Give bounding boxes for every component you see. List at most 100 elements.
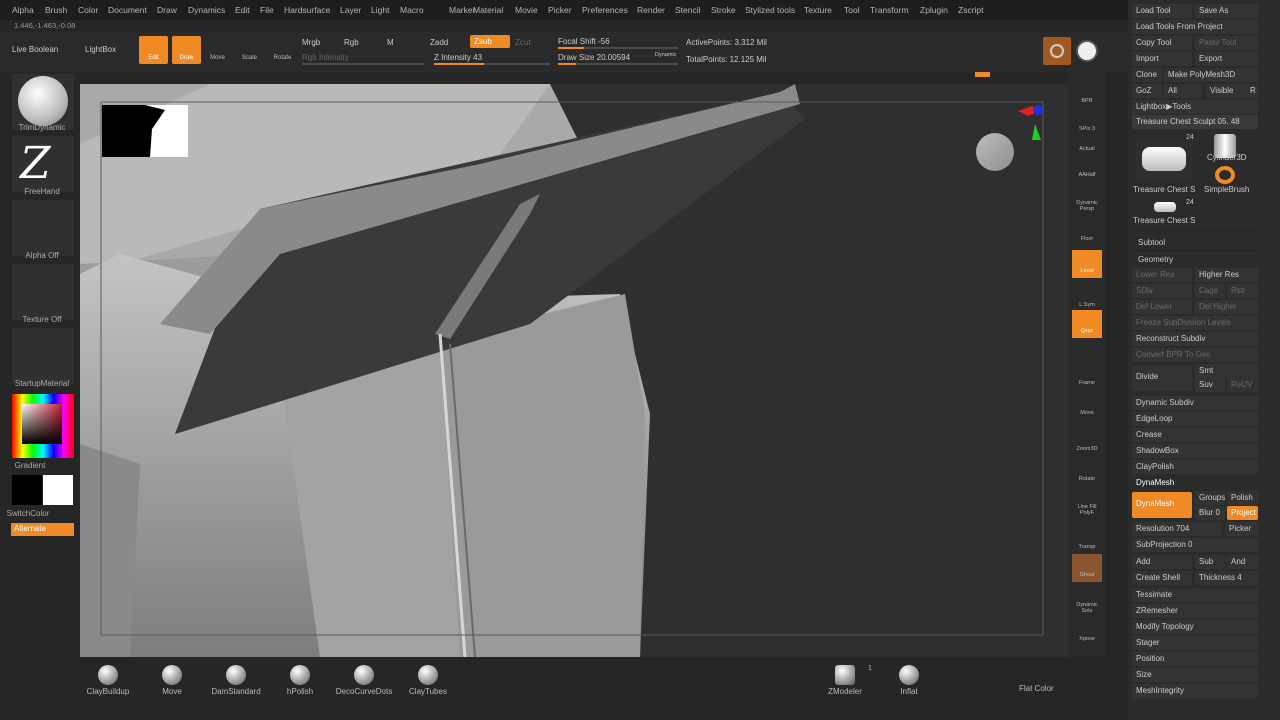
zsub-button[interactable]: Zsub	[470, 35, 510, 48]
menu-edit[interactable]: Edit	[235, 5, 250, 15]
zcut-button[interactable]: Zcut	[515, 38, 531, 47]
menu-preferences[interactable]: Preferences	[582, 5, 628, 15]
menu-alpha[interactable]: Alpha	[12, 5, 34, 15]
lightbox-tools-button[interactable]: Lightbox▶Tools	[1132, 100, 1258, 114]
menu-draw[interactable]: Draw	[157, 5, 177, 15]
thickness-slider[interactable]: Thickness 4	[1195, 571, 1258, 585]
brush-thumbnail[interactable]	[12, 74, 74, 130]
shelf-line-fill-polyf[interactable]: Line Fill PolyF	[1072, 486, 1102, 516]
model-render[interactable]	[80, 84, 1068, 657]
alpha-thumbnail[interactable]	[12, 200, 74, 256]
position-section[interactable]: Position	[1132, 652, 1258, 666]
main-color-swatch[interactable]	[43, 475, 73, 505]
inflat-brush[interactable]: Inflat	[879, 665, 939, 696]
menu-layer[interactable]: Layer	[340, 5, 361, 15]
menu-transform[interactable]: Transform	[870, 5, 908, 15]
menu-stroke[interactable]: Stroke	[711, 5, 736, 15]
focal-shift-track[interactable]	[558, 47, 678, 49]
shelf-dynamic-persp[interactable]: Dynamic Persp	[1072, 182, 1102, 212]
save-as-button[interactable]: Save As	[1195, 4, 1258, 18]
export-button[interactable]: Export	[1195, 52, 1258, 66]
z-intensity-track[interactable]	[434, 63, 550, 65]
shelf-rotate[interactable]: Rotate	[1072, 458, 1102, 486]
smt-toggle[interactable]: Smt	[1195, 364, 1258, 378]
shelf-qxyz[interactable]: Qxyz	[1072, 310, 1102, 338]
menu-file[interactable]: File	[260, 5, 274, 15]
m-button[interactable]: M	[387, 38, 394, 47]
brush-claytubes[interactable]: ClayTubes	[398, 665, 458, 696]
size-section[interactable]: Size	[1132, 668, 1258, 682]
shelf-l-sym[interactable]: L.Sym	[1072, 284, 1102, 312]
shelf-move[interactable]: Move	[1072, 392, 1102, 420]
z-intensity-slider[interactable]: Z Intensity 43	[434, 53, 482, 62]
stager-section[interactable]: Stager	[1132, 636, 1258, 650]
del-higher-button[interactable]: Del Higher	[1195, 300, 1258, 314]
draw-size-track[interactable]	[558, 63, 678, 65]
brush-claybuildup[interactable]: ClayBuildup	[78, 665, 138, 696]
dynamic-subdiv-section[interactable]: Dynamic Subdiv	[1132, 396, 1258, 410]
rgb-button[interactable]: Rgb	[344, 38, 359, 47]
menu-macro[interactable]: Macro	[400, 5, 424, 15]
modify-topology-section[interactable]: Modify Topology	[1132, 620, 1258, 634]
load-tools-from-project-button[interactable]: Load Tools From Project	[1132, 20, 1258, 34]
focal-shift-slider[interactable]: Focal Shift -56	[558, 37, 610, 46]
menu-picker[interactable]: Picker	[548, 5, 572, 15]
goz-r-button[interactable]: R	[1246, 84, 1258, 98]
meshintegrity-section[interactable]: MeshIntegrity	[1132, 684, 1258, 698]
switch-color-button[interactable]: SwitchColor	[0, 509, 70, 518]
material-thumbnail[interactable]	[12, 328, 74, 384]
blur-slider[interactable]: Blur 0	[1195, 506, 1225, 520]
rgb-intensity-slider[interactable]: Rgb Intensity	[302, 53, 349, 62]
paste-tool-button[interactable]: Paste Tool	[1195, 36, 1258, 50]
menu-texture[interactable]: Texture	[804, 5, 832, 15]
goz-visible-button[interactable]: Visible	[1206, 84, 1246, 98]
canvas-viewport[interactable]	[80, 84, 1068, 657]
add-button[interactable]: Add	[1132, 555, 1192, 569]
menu-hardsurface[interactable]: Hardsurface	[284, 5, 330, 15]
zmodeler-brush[interactable]: ZModeler	[815, 665, 875, 696]
menu-zscript[interactable]: Zscript	[958, 5, 984, 15]
brush-move[interactable]: Move	[142, 665, 202, 696]
shelf-actual[interactable]: Actual	[1072, 128, 1102, 156]
menu-light[interactable]: Light	[371, 5, 389, 15]
shelf-dynamic-solo[interactable]: Dynamic Solo	[1072, 584, 1102, 614]
load-tool-button[interactable]: Load Tool	[1132, 4, 1192, 18]
globe-icon[interactable]	[1076, 40, 1098, 62]
shelf-xpose[interactable]: Xpose	[1072, 618, 1102, 646]
live-boolean-button[interactable]: Live Boolean	[12, 45, 58, 54]
brush-damstandard[interactable]: DamStandard	[206, 665, 266, 696]
rstr-button[interactable]: Rstr	[1227, 284, 1258, 298]
menu-document[interactable]: Document	[108, 5, 147, 15]
polish-toggle[interactable]: Polish	[1227, 491, 1258, 505]
crease-section[interactable]: Crease	[1132, 428, 1258, 442]
create-shell-button[interactable]: Create Shell	[1132, 571, 1192, 585]
suv-toggle[interactable]: Suv	[1195, 378, 1225, 392]
shelf-frame[interactable]: Frame	[1072, 362, 1102, 390]
mrgb-button[interactable]: Mrgb	[302, 38, 320, 47]
shelf-floor[interactable]: Floor	[1072, 218, 1102, 246]
shelf-local[interactable]: Local	[1072, 250, 1102, 278]
zremesher-section[interactable]: ZRemesher	[1132, 604, 1258, 618]
menu-zplugin[interactable]: Zplugin	[920, 5, 948, 15]
brush-hpolish[interactable]: hPolish	[270, 665, 330, 696]
freeze-subdivision-button[interactable]: Freeze SubDivision Levels	[1132, 316, 1258, 330]
orange-square-button[interactable]	[1043, 37, 1071, 65]
lower-res-button[interactable]: Lower Res	[1132, 268, 1192, 282]
higher-res-button[interactable]: Higher Res	[1195, 268, 1258, 282]
menu-stylized-tools[interactable]: Stylized tools	[745, 5, 795, 15]
copy-tool-button[interactable]: Copy Tool	[1132, 36, 1192, 50]
menu-color[interactable]: Color	[78, 5, 98, 15]
rotate-button[interactable]: Rotate	[268, 36, 297, 64]
sdiv-slider[interactable]: SDiv	[1132, 284, 1192, 298]
shelf-transp[interactable]: Transp	[1072, 526, 1102, 554]
shelf-ghost[interactable]: Ghost	[1072, 554, 1102, 582]
dynamesh-button[interactable]: DynaMesh	[1132, 492, 1192, 518]
picker-button[interactable]: Picker	[1225, 522, 1258, 536]
edit-button[interactable]: Edit	[139, 36, 168, 64]
dynamesh-header[interactable]: DynaMesh	[1132, 476, 1258, 490]
tool-thumb-chest-2[interactable]	[1154, 202, 1176, 212]
cage-button[interactable]: Cage	[1195, 284, 1225, 298]
draw-button[interactable]: Draw	[172, 36, 201, 64]
texture-thumbnail[interactable]	[12, 264, 74, 320]
goz-all-button[interactable]: All	[1164, 84, 1202, 98]
